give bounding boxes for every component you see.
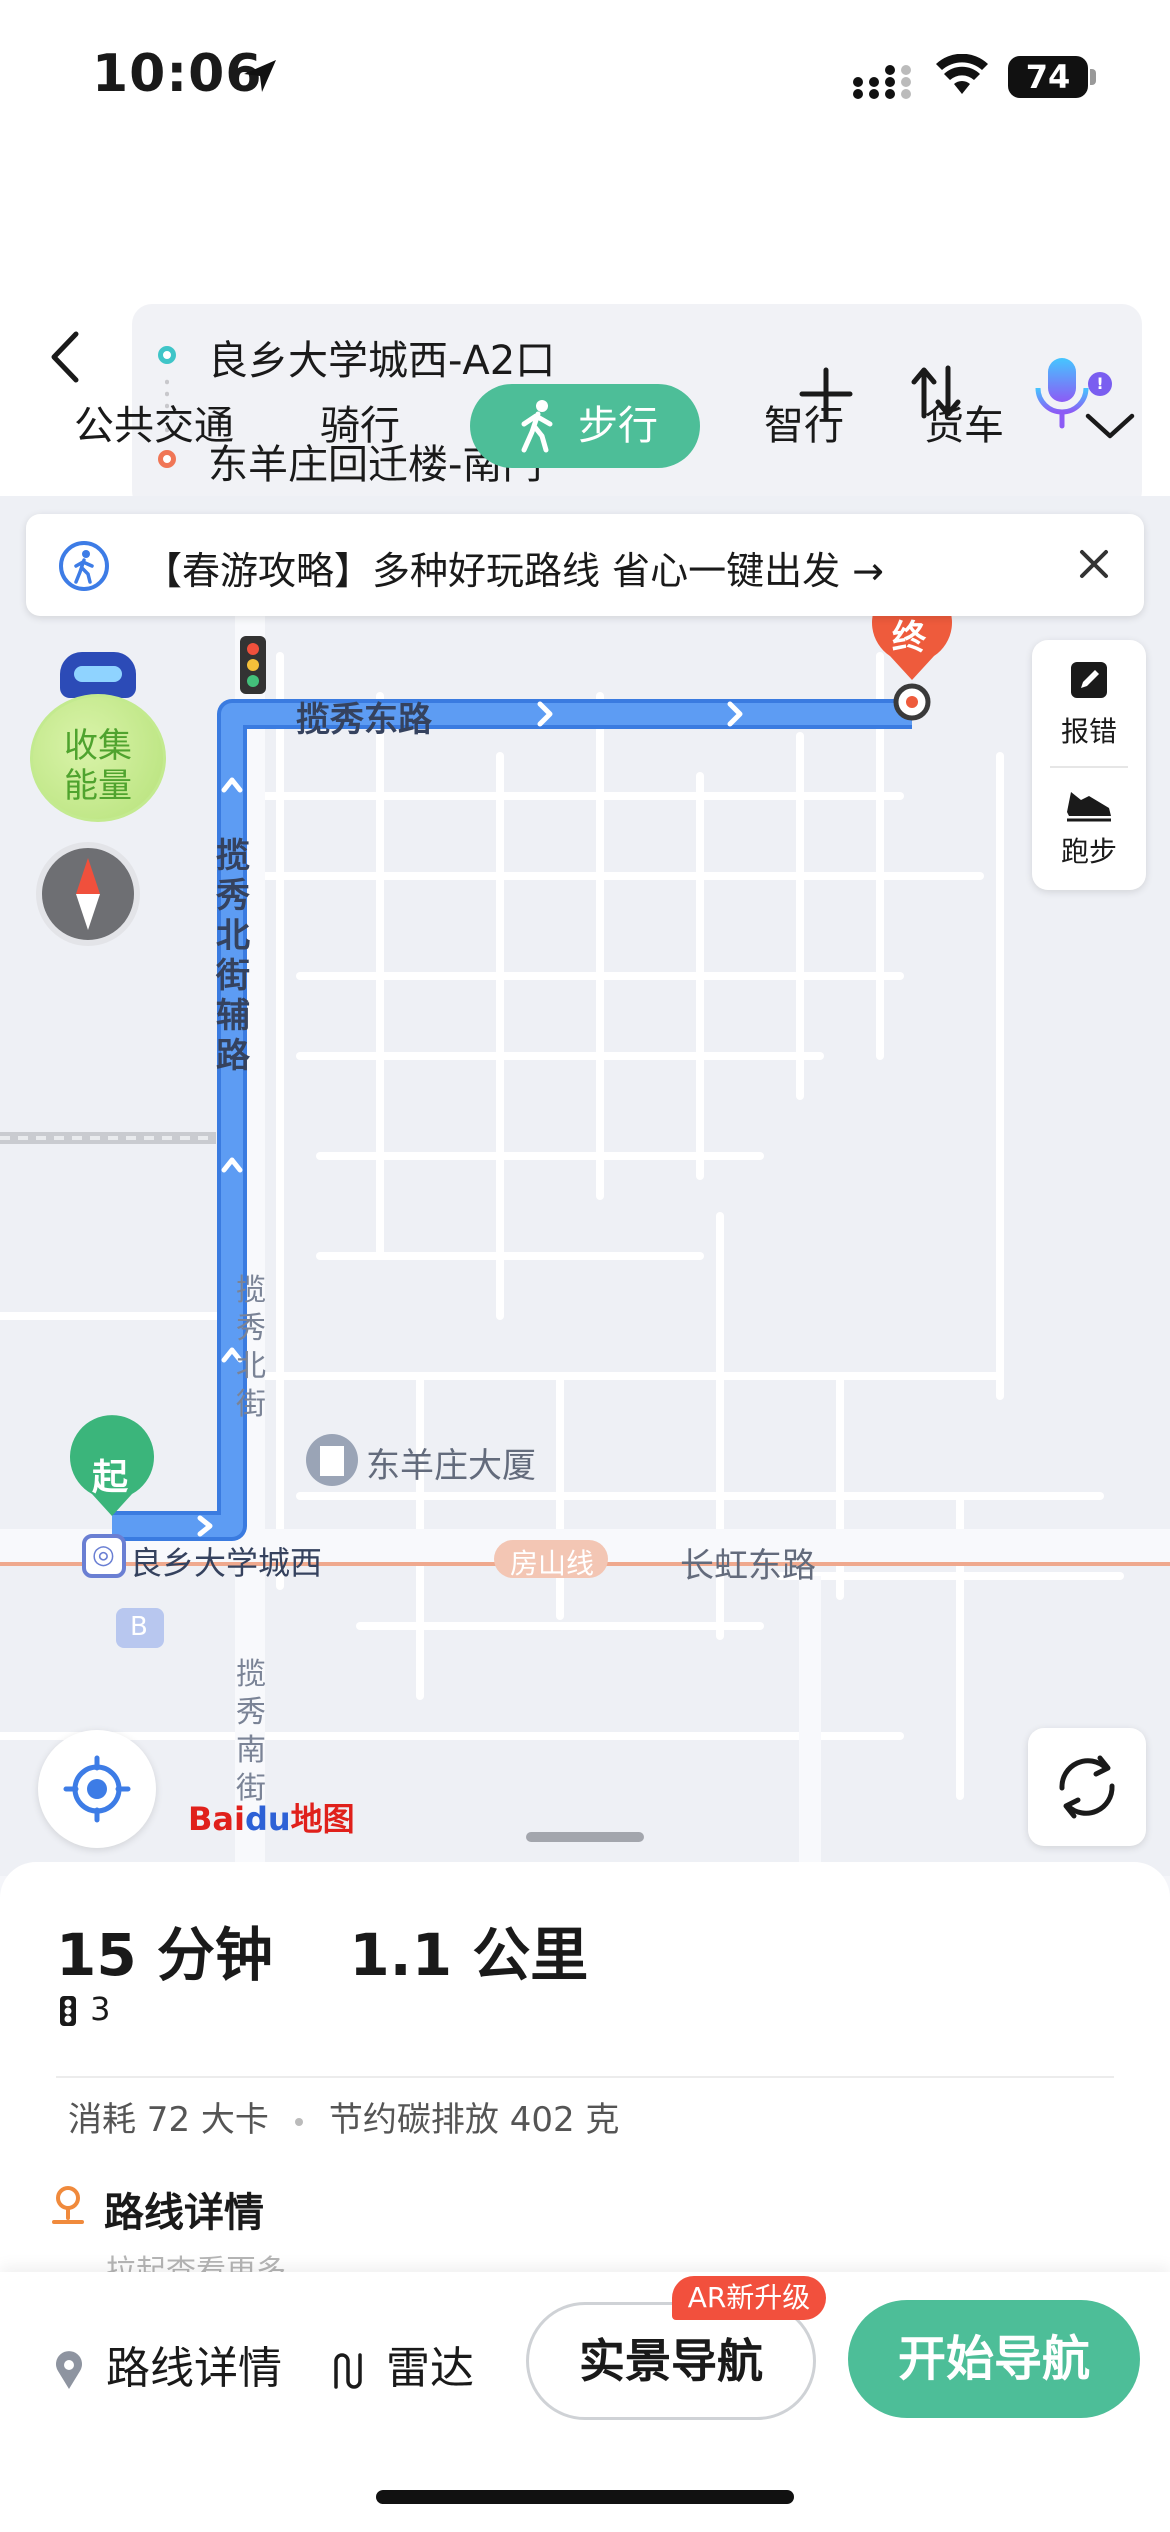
wifi-icon (936, 54, 988, 94)
tab-walk[interactable]: 步行 (470, 384, 700, 468)
route-details-button[interactable]: 路线详情 (54, 2332, 282, 2396)
tab-walk-label: 步行 (578, 403, 658, 449)
sheet-divider (56, 2076, 1114, 2078)
sheet-drag-handle[interactable] (526, 1832, 644, 1842)
traffic-lights-count: 3 (56, 1990, 111, 2028)
close-icon[interactable] (1074, 544, 1114, 584)
radar-icon (334, 2353, 362, 2389)
start-pin-label: 起 (92, 1457, 129, 1498)
origin-field[interactable]: 良乡大学城西-A2口 (208, 328, 555, 386)
compass-icon[interactable] (36, 842, 140, 946)
map-canvas (0, 582, 1170, 1876)
tab-bike[interactable]: 骑行 (320, 384, 400, 468)
run-button[interactable]: 跑步 (1032, 780, 1146, 870)
report-label: 报错 (1060, 715, 1117, 748)
road-label-north: 揽秀北街 (236, 1273, 266, 1422)
energy-collector[interactable]: 收集 能量 (30, 652, 166, 822)
signal-icon (853, 65, 911, 99)
locate-button[interactable] (38, 1730, 156, 1848)
pedestrian-icon (59, 541, 109, 591)
exit-b-label: B (130, 1612, 148, 1642)
road-label-south: 揽秀南街 (236, 1657, 266, 1806)
traffic-light-icon (240, 636, 266, 694)
status-bar: 10:06 74 (0, 0, 1170, 150)
pull-up-hint: 拉起查看更多 (106, 2254, 286, 2272)
station-icon: ◎ (92, 1540, 115, 1570)
route-details-title: 路线详情 (104, 2190, 264, 2236)
route-summary-sheet[interactable]: 15 分钟 1.1 公里 3 消耗 72 大卡 节约碳排放 402 克 路线详情 … (0, 1862, 1170, 2272)
refresh-icon (1059, 1755, 1115, 1819)
back-icon[interactable] (40, 322, 94, 392)
route-summary: 15 分钟 1.1 公里 (56, 1908, 588, 1992)
battery-tip (1090, 69, 1096, 85)
distance: 1.1 公里 (349, 1921, 589, 1989)
end-pin-label: 终 (892, 618, 926, 658)
tool-divider (1050, 766, 1128, 768)
locate-icon (63, 1755, 131, 1823)
report-error-button[interactable]: 报错 (1032, 656, 1146, 750)
calories: 消耗 72 大卡 (68, 2100, 269, 2140)
shoe-icon (1067, 792, 1111, 822)
carbon-saved: 节约碳排放 402 克 (328, 2100, 620, 2140)
map-side-tools: 报错 跑步 (1032, 640, 1146, 890)
battery-icon: 74 (1008, 56, 1088, 98)
chevron-down-icon[interactable] (1082, 406, 1138, 446)
refresh-button[interactable] (1028, 1728, 1146, 1846)
start-navigation-button[interactable]: 开始导航 (848, 2300, 1140, 2418)
travel-mode-tabs: 公共交通 骑行 步行 智行 货车 (0, 384, 1170, 484)
pin-icon (56, 2351, 82, 2389)
start-dot-icon (158, 346, 176, 364)
baidu-map-logo: Baidu地图 (188, 1800, 355, 1838)
traffic-light-icon (60, 1996, 76, 2026)
run-label: 跑步 (1060, 835, 1117, 868)
location-arrow-icon (244, 60, 276, 92)
road-label-north-aux: 揽秀北街辅路 (216, 836, 250, 1076)
station-label: 良乡大学城西 (130, 1544, 323, 1582)
pin-icon (52, 2186, 84, 2224)
tab-smart[interactable]: 智行 (764, 384, 844, 468)
route-stats: 消耗 72 大卡 节约碳排放 402 克 (68, 2092, 619, 2141)
map-view[interactable]: 揽秀东路 揽秀北街辅路 揽秀北街 揽秀南街 东羊庄大厦 良乡大学城西 ◎ B 房… (0, 496, 1170, 1876)
walk-icon (521, 400, 553, 453)
banner-text: 【春游攻略】多种好玩路线 省心一键出发 → (144, 549, 884, 593)
road-label-changhong: 长虹东路 (680, 1546, 816, 1586)
tab-truck[interactable]: 货车 (924, 384, 1004, 468)
promo-banner[interactable]: 【春游攻略】多种好玩路线 省心一键出发 → (26, 514, 1144, 616)
home-indicator[interactable] (376, 2490, 794, 2504)
tab-transit[interactable]: 公共交通 (74, 384, 234, 468)
building-label: 东羊庄大厦 (366, 1446, 536, 1486)
status-time: 10:06 (92, 44, 263, 104)
edit-icon (1071, 662, 1107, 698)
robot-icon (60, 652, 136, 698)
duration: 15 分钟 (56, 1921, 273, 1989)
energy-label: 收集 能量 (64, 726, 132, 806)
ar-upgrade-badge: AR新升级 (672, 2276, 826, 2320)
road-label-east: 揽秀东路 (296, 700, 432, 740)
line-label: 房山线 (510, 1547, 595, 1580)
radar-button[interactable]: 雷达 (328, 2332, 474, 2396)
